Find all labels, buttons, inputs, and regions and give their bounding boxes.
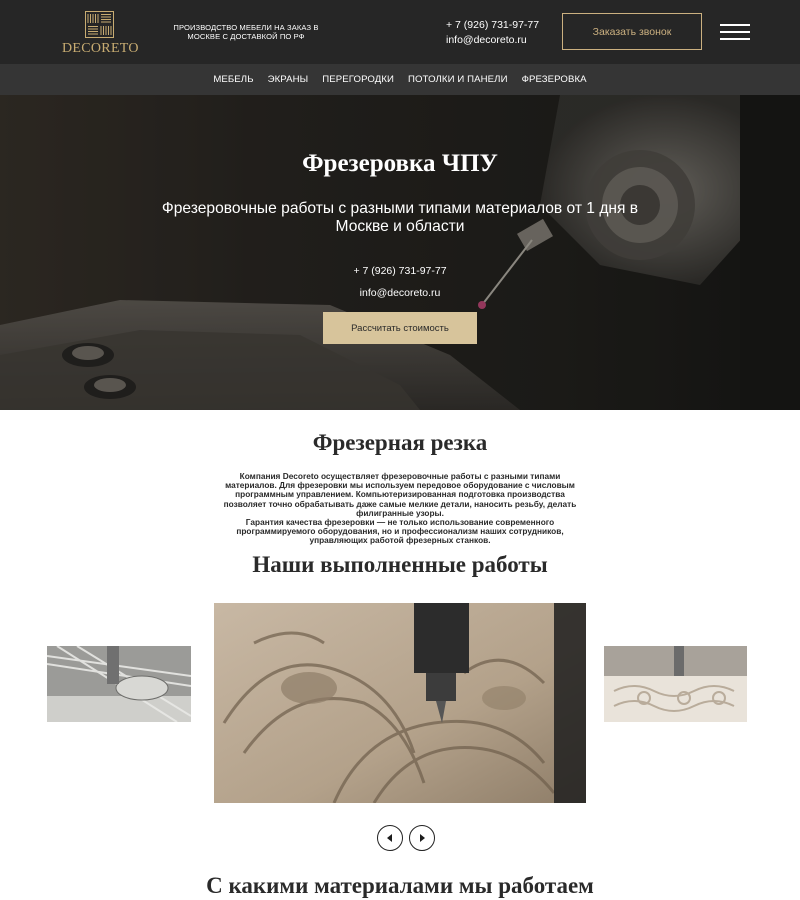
- materials-title: С какими материалами мы работаем: [206, 873, 594, 898]
- logo[interactable]: DECORETO: [62, 10, 139, 58]
- works-image-current: [214, 603, 586, 803]
- works-image-prev: [47, 646, 191, 722]
- hero-subtitle: Фрезеровочные работы с разными типами ма…: [161, 200, 639, 235]
- header-email-link[interactable]: info@decoreto.ru: [446, 33, 539, 48]
- nav-item-furniture[interactable]: МЕБЕЛЬ: [213, 74, 253, 85]
- works-title: Наши выполненные работы: [252, 552, 548, 577]
- callback-button[interactable]: Заказать звонок: [562, 13, 702, 50]
- main-nav: МЕБЕЛЬ ЭКРАНЫ ПЕРЕГОРОДКИ ПОТОЛКИ И ПАНЕ…: [0, 64, 800, 95]
- nav-item-partitions[interactable]: ПЕРЕГОРОДКИ: [322, 74, 394, 85]
- nav-item-ceilings-panels[interactable]: ПОТОЛКИ И ПАНЕЛИ: [408, 74, 508, 85]
- hero-phone[interactable]: + 7 (926) 731-97-77: [0, 265, 800, 277]
- chevron-right-icon: [420, 834, 425, 842]
- about-paragraph-2: Гарантия качества фрезеровки — не только…: [236, 517, 564, 546]
- chevron-left-icon: [387, 834, 392, 842]
- menu-burger-icon[interactable]: [720, 24, 750, 40]
- about-text: Компания Decoreto осуществляет фрезерово…: [222, 471, 578, 546]
- about-title: Фрезерная резка: [312, 430, 488, 455]
- hero-title: Фрезеровка ЧПУ: [302, 150, 498, 177]
- logo-text: DECORETO: [62, 41, 139, 56]
- carousel-prev-button[interactable]: [377, 825, 403, 851]
- works-image-next: [604, 646, 747, 722]
- nav-item-screens[interactable]: ЭКРАНЫ: [268, 74, 309, 85]
- header-phone-link[interactable]: + 7 (926) 731-97-77: [446, 18, 539, 33]
- carousel-next-button[interactable]: [409, 825, 435, 851]
- hero-section: Фрезеровка ЧПУ Фрезеровочные работы с ра…: [0, 95, 800, 410]
- about-paragraph-1: Компания Decoreto осуществляет фрезерово…: [223, 471, 577, 518]
- hero-background-image: [0, 95, 800, 410]
- header-contacts: + 7 (926) 731-97-77 info@decoreto.ru: [446, 18, 539, 48]
- logo-mark-icon: [85, 11, 114, 38]
- nav-item-milling[interactable]: ФРЕЗЕРОВКА: [522, 74, 587, 85]
- works-slide-next[interactable]: [604, 646, 747, 722]
- works-slide-prev[interactable]: [47, 646, 191, 722]
- hero-email[interactable]: info@decoreto.ru: [0, 287, 800, 299]
- calculate-cost-button[interactable]: Рассчитать стоимость: [323, 312, 477, 344]
- site-header: DECORETO ПРОИЗВОДСТВО МЕБЕЛИ НА ЗАКАЗ В …: [0, 0, 800, 64]
- header-tagline: ПРОИЗВОДСТВО МЕБЕЛИ НА ЗАКАЗ В МОСКВЕ С …: [173, 23, 319, 41]
- works-slide-current[interactable]: [214, 603, 586, 803]
